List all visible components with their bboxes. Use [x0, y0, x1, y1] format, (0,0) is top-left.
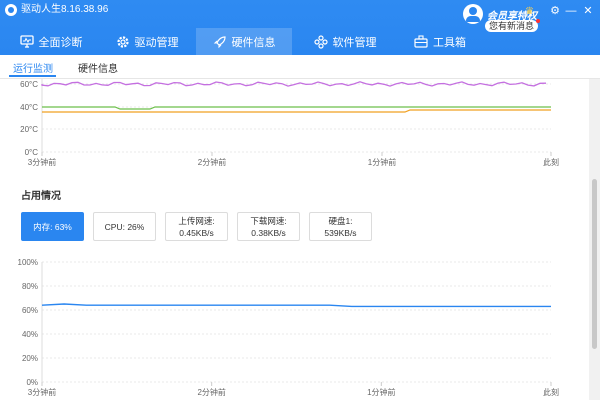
temp-series-orange [42, 109, 551, 113]
sub-tabs: 运行监测 硬件信息 [0, 55, 600, 79]
metric-line2: 539KB/s [324, 227, 357, 238]
usage-y-tick: 40% [22, 330, 38, 339]
temp-y-tick: 0°C [25, 148, 39, 157]
usage-y-tick: 80% [22, 282, 38, 291]
minimize-button[interactable]: — [564, 4, 578, 18]
metric-line2: 0.38KB/s [251, 227, 286, 238]
active-tab-indicator [9, 75, 56, 77]
main-content: 60°C 40°C 20°C 0°C 3分钟前 2分钟前 1分钟前 此刻 占用情况 内存: 6… [0, 79, 589, 400]
nav-item-label: 软件管理 [332, 36, 377, 49]
apps-icon [313, 34, 328, 49]
metric-cpu-button[interactable]: CPU: 26% [93, 212, 156, 241]
main-nav: 全面诊断 驱动管理 硬件信息 软件管理 工具箱 [0, 28, 600, 55]
metric-line1: 下载网速: [250, 215, 287, 226]
temp-x-tick: 此刻 [543, 157, 559, 167]
app-title: 驱动人生8.16.38.96 [21, 4, 109, 15]
metric-download-button[interactable]: 下载网速: 0.38KB/s [237, 212, 300, 241]
metric-line1: CPU: 26% [104, 221, 145, 232]
app-logo-icon [5, 4, 17, 16]
usage-section-title: 占用情况 [21, 191, 61, 202]
settings-button[interactable]: ⚙ [548, 4, 562, 18]
temperature-chart: 60°C 40°C 20°C 0°C3分钟前 2分钟前 1分钟前 此刻 [20, 79, 559, 167]
user-avatar-icon[interactable] [463, 4, 483, 24]
usage-x-tick: 2分钟前 [197, 387, 225, 396]
crown-icon: ♛ [525, 6, 534, 17]
tab-hardware-detail[interactable]: 硬件信息 [78, 60, 118, 75]
temp-x-tick: 3分钟前 [28, 157, 56, 167]
metric-line1: 硬盘1: [328, 215, 353, 226]
nav-item-label: 全面诊断 [38, 36, 83, 49]
nav-item-label: 驱动管理 [134, 36, 179, 49]
tab-run-monitor[interactable]: 运行监测 [13, 60, 53, 75]
nav-item-diagnosis[interactable]: 全面诊断 [10, 28, 92, 55]
toolbox-icon [414, 35, 428, 48]
temp-y-tick: 60°C [20, 80, 38, 89]
gear-icon [116, 35, 129, 48]
usage-x-tick: 3分钟前 [28, 387, 56, 396]
metric-line2: 0.45KB/s [179, 227, 214, 238]
usage-y-tick: 0% [26, 378, 38, 387]
nav-item-label: 工具箱 [433, 36, 466, 49]
scroll-thumb[interactable] [592, 179, 597, 349]
metric-upload-button[interactable]: 上传网速: 0.45KB/s [165, 212, 228, 241]
metric-memory-button[interactable]: 内存: 63% [21, 212, 84, 241]
nav-item-label: 硬件信息 [231, 36, 276, 49]
close-button[interactable]: ✕ [581, 4, 595, 18]
usage-y-tick: 100% [18, 258, 38, 267]
nav-item-hardware-info[interactable]: 硬件信息 [196, 28, 292, 55]
metric-line1: 上传网速: [178, 215, 215, 226]
usage-y-tick: 20% [22, 354, 38, 363]
title-bar: 驱动人生8.16.38.96 会员享特权 ♛ 您有新消息 ⚙ — ✕ 全面诊断 … [0, 0, 600, 55]
metric-line1: 内存: 63% [33, 221, 72, 232]
memory-usage-line [41, 303, 551, 308]
temp-y-tick: 20°C [20, 125, 38, 134]
nav-item-driver-manage[interactable]: 驱动管理 [104, 28, 190, 55]
nav-item-toolbox[interactable]: 工具箱 [404, 28, 476, 55]
usage-chart: 100% 80% 60% 40% 20% 0%3分钟前 2分钟前 1分钟前 此刻 [18, 258, 559, 396]
nav-item-software-manage[interactable]: 软件管理 [304, 28, 386, 55]
usage-x-tick: 此刻 [543, 387, 559, 396]
temp-y-tick: 40°C [20, 103, 38, 112]
rocket-icon [213, 35, 226, 48]
monitor-icon [19, 35, 34, 48]
temp-x-tick: 1分钟前 [368, 157, 396, 167]
usage-x-tick: 1分钟前 [367, 387, 395, 396]
usage-y-tick: 60% [22, 306, 38, 315]
metric-disk-button[interactable]: 硬盘1: 539KB/s [309, 212, 372, 241]
temp-x-tick: 2分钟前 [198, 157, 226, 167]
scrollbar[interactable] [589, 79, 600, 400]
